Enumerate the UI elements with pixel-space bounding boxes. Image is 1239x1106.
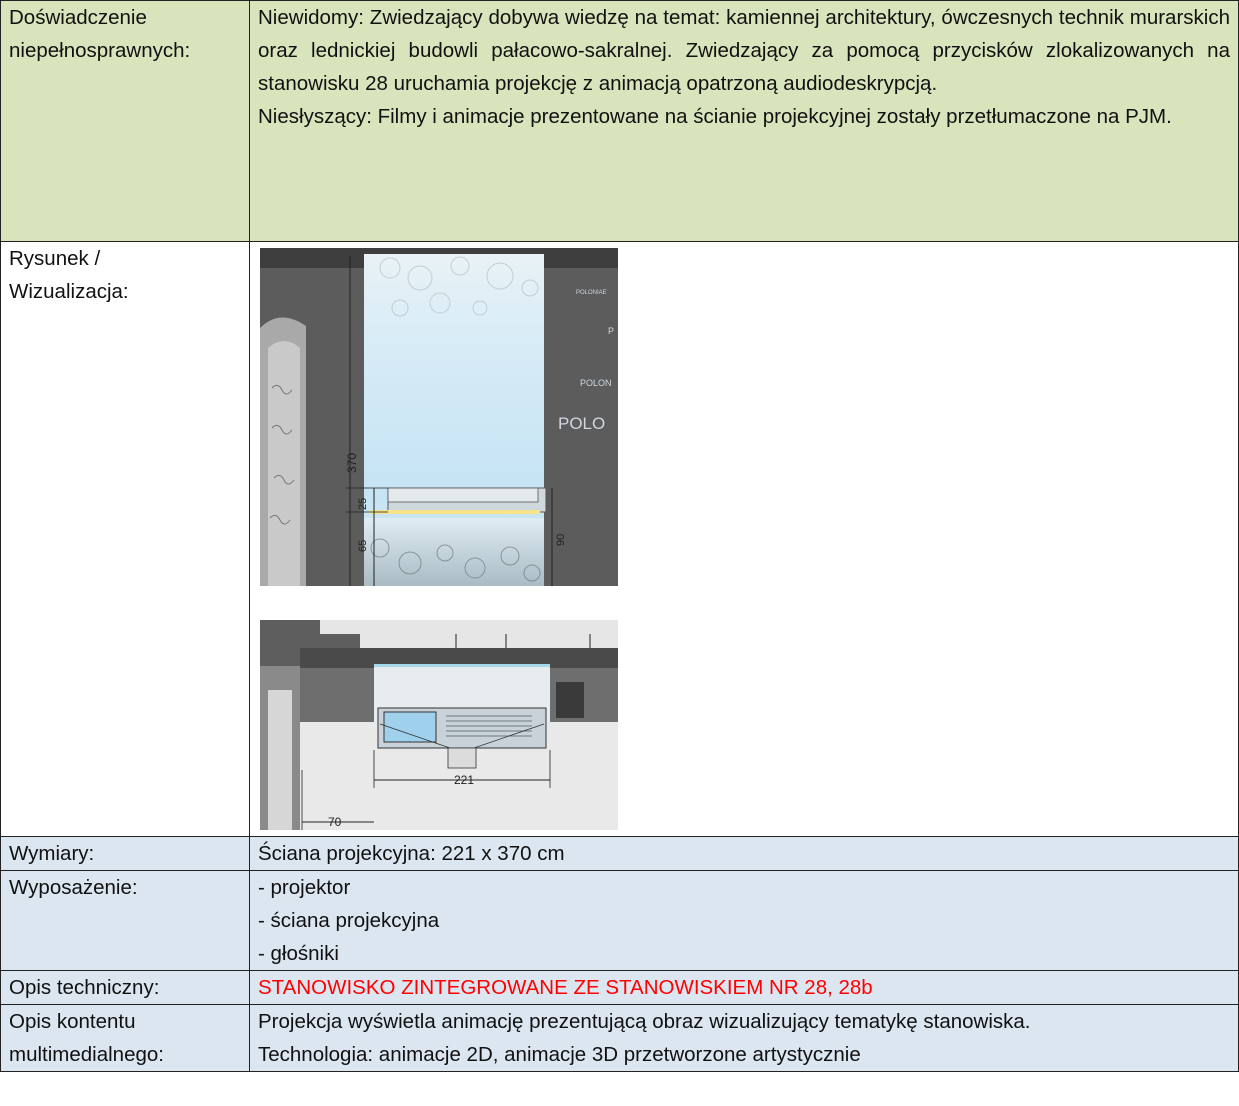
label-experience-line1: Doświadczenie [9, 6, 147, 29]
label-content: Opis kontentu multimedialnego: [0, 1004, 250, 1072]
value-equipment: - projektor - ściana projekcyjna - głośn… [249, 870, 1239, 971]
label-drawing-line2: Wizualizacja: [9, 280, 129, 303]
content-line1: Projekcja wyświetla animację prezentując… [258, 1010, 1031, 1033]
row-technical: Opis techniczny: STANOWISKO ZINTEGROWANE… [0, 970, 1239, 1005]
dim-25-label: 25 [357, 498, 369, 510]
row-content: Opis kontentu multimedialnego: Projekcja… [0, 1004, 1239, 1072]
value-dimensions: Ściana projekcyjna: 221 x 370 cm [249, 836, 1239, 871]
value-drawing: 370 25 65 90 POLONIAE P POLON POLO 221 7… [249, 241, 1239, 837]
label-drawing-line1: Rysunek / [9, 247, 101, 270]
value-experience: Niewidomy: Zwiedzający dobywa wiedzę na … [249, 0, 1239, 242]
value-technical: STANOWISKO ZINTEGROWANE ZE STANOWISKIEM … [249, 970, 1239, 1005]
label-equipment: Wyposażenie: [0, 870, 250, 971]
wall-text-2: P [608, 326, 614, 336]
dim-height-label: 370 [345, 453, 359, 473]
drawing-figures: 370 25 65 90 POLONIAE P POLON POLO 221 7… [250, 242, 1238, 836]
dim-65-label: 65 [357, 540, 369, 552]
equipment-item: - głośniki [258, 942, 339, 965]
content-line2: Technologia: animacje 2D, animacje 3D pr… [258, 1043, 861, 1066]
row-drawing: Rysunek / Wizualizacja: 370 25 65 90 POL… [0, 241, 1239, 837]
wall-text-1: POLONIAE [576, 290, 607, 296]
label-drawing: Rysunek / Wizualizacja: [0, 241, 250, 837]
row-experience: Doświadczenie niepełnosprawnych: Niewido… [0, 0, 1239, 242]
dim-221-label: 221 [454, 773, 474, 787]
dim-70-label: 70 [328, 815, 342, 829]
row-dimensions: Wymiary: Ściana projekcyjna: 221 x 370 c… [0, 836, 1239, 871]
blind-description: Niewidomy: Zwiedzający dobywa wiedzę na … [258, 6, 1230, 95]
dim-90-label: 90 [555, 534, 567, 546]
wall-text-4: POLO [558, 414, 605, 433]
label-content-line2: multimedialnego: [9, 1043, 164, 1066]
row-equipment: Wyposażenie: - projektor - ściana projek… [0, 870, 1239, 971]
wall-text-3: POLON [580, 378, 612, 388]
equipment-item: - projektor [258, 876, 351, 899]
label-dimensions: Wymiary: [0, 836, 250, 871]
equipment-item: - ściana projekcyjna [258, 909, 440, 932]
label-content-line1: Opis kontentu [9, 1010, 136, 1033]
value-content: Projekcja wyświetla animację prezentując… [249, 1004, 1239, 1072]
label-experience: Doświadczenie niepełnosprawnych: [0, 0, 250, 242]
deaf-description: Niesłyszący: Filmy i animacje prezentowa… [258, 105, 1172, 128]
station-spec-table: Doświadczenie niepełnosprawnych: Niewido… [0, 0, 1239, 1072]
label-technical: Opis techniczny: [0, 970, 250, 1005]
label-experience-line2: niepełnosprawnych: [9, 39, 191, 62]
plan-drawing: 221 70 [260, 620, 618, 830]
elevation-drawing: 370 25 65 90 POLONIAE P POLON POLO [260, 248, 618, 586]
